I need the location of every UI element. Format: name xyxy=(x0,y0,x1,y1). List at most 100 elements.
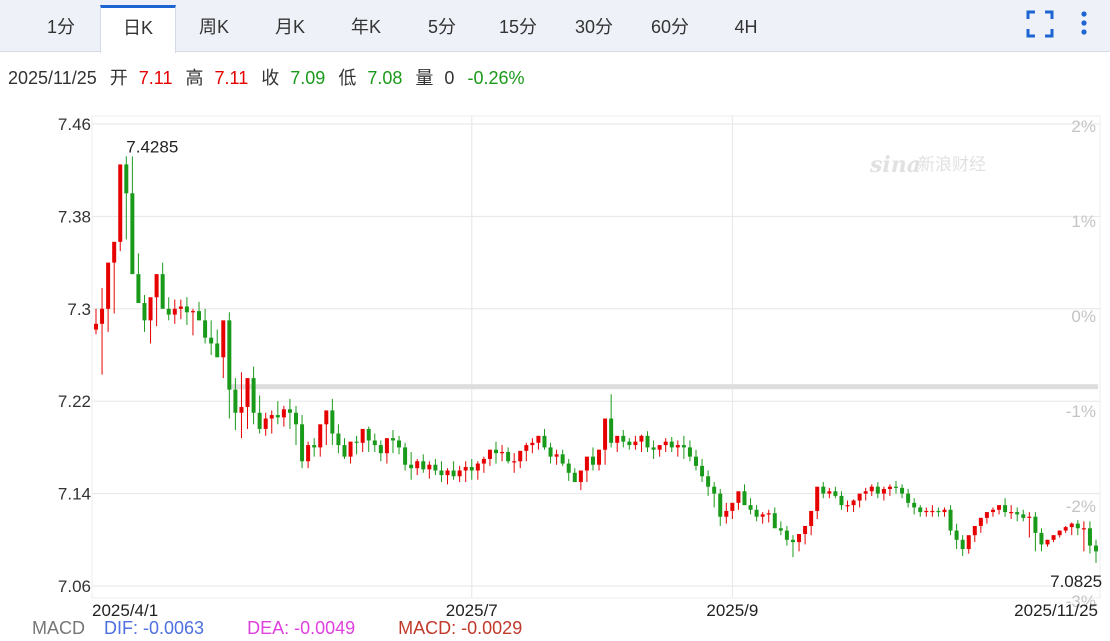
candle-body xyxy=(663,441,668,446)
candle-body xyxy=(784,530,789,540)
candle xyxy=(439,461,444,483)
percent-tick-label: 1% xyxy=(1071,212,1096,231)
candle xyxy=(306,441,311,469)
tab-yearly-k[interactable]: 年K xyxy=(328,5,404,52)
candle xyxy=(1094,539,1098,563)
candle-body xyxy=(1045,539,1050,545)
candle xyxy=(154,274,159,327)
candle-body xyxy=(312,445,317,448)
candle xyxy=(463,461,468,483)
candle-body xyxy=(948,509,953,531)
candle-body xyxy=(1081,528,1086,530)
candle-body xyxy=(300,424,305,462)
macd-value: MACD: -0.0029 xyxy=(398,618,523,638)
candle xyxy=(845,500,850,513)
candle-body xyxy=(348,441,353,457)
candle xyxy=(324,410,329,446)
candle-body xyxy=(906,493,911,503)
candle-body xyxy=(984,512,989,518)
tab-30min[interactable]: 30分 xyxy=(556,5,632,52)
candle xyxy=(603,418,608,465)
candle-body xyxy=(954,530,959,540)
candle-body xyxy=(469,467,474,471)
candle xyxy=(627,438,632,450)
candle xyxy=(451,461,456,480)
candle-body xyxy=(463,467,468,471)
candle-body xyxy=(894,486,898,488)
candle xyxy=(657,445,662,457)
candle-body xyxy=(409,464,414,469)
candle-body xyxy=(427,464,432,470)
candle xyxy=(475,461,480,480)
candle xyxy=(100,288,105,375)
candle-body xyxy=(457,470,462,477)
candle-body xyxy=(518,450,523,462)
tab-5min[interactable]: 5分 xyxy=(404,5,480,52)
candle-body xyxy=(269,415,274,419)
candle xyxy=(166,297,171,321)
candle xyxy=(978,517,983,533)
tab-monthly-k[interactable]: 月K xyxy=(252,5,328,52)
candle-body xyxy=(857,493,862,501)
tab-weekly-k[interactable]: 周K xyxy=(176,5,252,52)
candle-body xyxy=(1057,530,1062,536)
y-tick-label: 7.22 xyxy=(58,392,91,411)
candle xyxy=(427,461,432,479)
candle-body xyxy=(609,418,614,443)
candle xyxy=(354,435,359,455)
candle-body xyxy=(209,337,214,344)
candle xyxy=(239,372,244,439)
candle xyxy=(833,486,838,499)
candle xyxy=(318,424,323,457)
candle-body xyxy=(281,409,286,418)
candle xyxy=(809,510,814,536)
candle-body xyxy=(1063,527,1068,531)
candle xyxy=(1087,521,1092,554)
candle xyxy=(1063,525,1068,533)
candle-body xyxy=(809,510,814,526)
candle-body xyxy=(245,378,250,407)
candle-body xyxy=(633,441,638,446)
more-vertical-icon[interactable] xyxy=(1074,10,1094,38)
candle xyxy=(275,401,280,425)
candle xyxy=(675,440,680,457)
candle xyxy=(578,470,583,491)
candle xyxy=(494,441,498,464)
candle-body xyxy=(306,445,311,462)
candle-body xyxy=(578,470,583,483)
candle-body xyxy=(827,491,832,494)
candle-body xyxy=(136,274,141,304)
tab-60min[interactable]: 60分 xyxy=(632,5,708,52)
volume-value: 0 xyxy=(444,68,455,88)
candle-body xyxy=(730,502,735,511)
candle-body xyxy=(197,311,202,321)
candle xyxy=(518,450,523,469)
tab-1min[interactable]: 1分 xyxy=(22,5,100,52)
candle xyxy=(481,456,486,473)
candle xyxy=(512,453,517,473)
candle-body xyxy=(500,452,505,454)
open-value: 7.11 xyxy=(138,68,173,88)
sina-logo-icon: sina xyxy=(869,152,921,178)
candle-body xyxy=(875,486,880,494)
candle xyxy=(287,398,292,429)
candle-body xyxy=(748,505,753,510)
macd-label: MACD xyxy=(32,618,85,638)
candle xyxy=(251,366,256,425)
candle xyxy=(130,156,135,275)
candle xyxy=(312,438,317,457)
candle-body xyxy=(227,320,232,390)
watermark-text: 新浪财经 xyxy=(918,155,986,175)
candle-body xyxy=(863,491,868,494)
candle-body xyxy=(536,435,541,443)
candle-body xyxy=(754,509,759,517)
tab-daily-k[interactable]: 日K xyxy=(100,5,176,53)
candle-body xyxy=(239,406,244,413)
tab-15min[interactable]: 15分 xyxy=(480,5,556,52)
fullscreen-icon[interactable] xyxy=(1026,10,1054,38)
candle xyxy=(827,487,832,499)
candle xyxy=(615,435,620,453)
candle-body xyxy=(615,435,620,443)
tab-4h[interactable]: 4H xyxy=(708,5,784,52)
candle-body xyxy=(294,412,298,425)
